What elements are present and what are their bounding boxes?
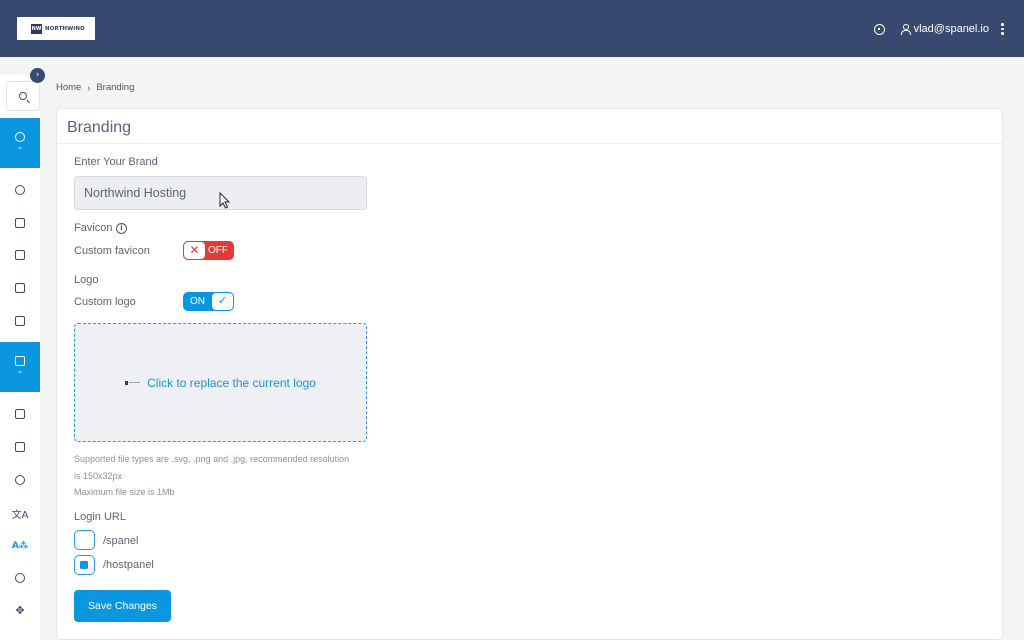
check-icon: ✓ (212, 293, 233, 310)
disk-icon (15, 442, 25, 452)
sidebar-item-history[interactable] (0, 470, 40, 490)
mouse-cursor-icon (219, 192, 231, 209)
branding-card: Branding Enter Your Brand Northwind Host… (56, 108, 1003, 640)
calendar-icon (15, 218, 25, 228)
users-icon (15, 185, 25, 195)
logo-upload-dropzone[interactable]: Click to replace the current logo (74, 323, 367, 442)
card-icon (15, 316, 25, 326)
top-bar: NW NORTHWIND vlad@spanel.io (0, 0, 1024, 57)
login-option-label[interactable]: /hostpanel (103, 559, 154, 571)
sidebar-item-billing[interactable] (0, 311, 40, 331)
history-icon (15, 475, 25, 485)
sidebar-item-packages[interactable] (0, 278, 40, 298)
custom-logo-label: Custom logo (74, 296, 136, 308)
help-line: is 150x32px (74, 470, 123, 481)
login-option-hostpanel-checkbox[interactable] (74, 555, 95, 575)
user-email[interactable]: vlad@spanel.io (914, 23, 989, 35)
breadcrumb-current: Branding (96, 82, 135, 93)
move-icon: ✥ (15, 603, 25, 617)
sidebar-item-users[interactable] (0, 180, 40, 200)
sidebar-item-branding[interactable]: A⁂ (0, 536, 40, 556)
user-icon (900, 23, 911, 35)
sidebar-item-server[interactable]: ⌃ (0, 342, 40, 392)
login-url-label: Login URL (74, 511, 126, 523)
branding-icon: A⁂ (11, 541, 29, 551)
breadcrumb-home[interactable]: Home (56, 82, 81, 93)
logo-name: NORTHWIND (45, 25, 85, 32)
logo-label: Logo (74, 274, 99, 286)
help-line: Supported file types are .svg, .png and … (74, 454, 350, 464)
custom-favicon-toggle[interactable]: ✕ OFF (183, 241, 234, 260)
more-menu-icon[interactable] (1001, 23, 1004, 35)
close-icon: ✕ (184, 242, 205, 259)
sidebar-collapse-button[interactable]: › (30, 68, 45, 83)
login-option-spanel-checkbox[interactable] (74, 530, 95, 550)
logo-mark: NW (31, 23, 42, 34)
terminal-icon (15, 250, 25, 260)
shield-icon (15, 573, 25, 583)
dropzone-text: Click to replace the current logo (147, 375, 316, 390)
sidebar-item-calendar[interactable] (0, 213, 40, 233)
info-icon[interactable]: i (116, 223, 127, 234)
toggle-state-text: OFF (208, 245, 228, 256)
current-logo-thumbnail (125, 380, 141, 385)
chevron-up-icon: ⌃ (16, 369, 24, 379)
brand-logo[interactable]: NW NORTHWIND (17, 17, 95, 40)
sidebar-item-security[interactable] (0, 568, 40, 588)
sidebar-item-account[interactable]: ⌃ (0, 118, 40, 168)
page-title: Branding (67, 119, 132, 136)
sidebar-item-disk[interactable] (0, 437, 40, 457)
favicon-label: Favicon (74, 222, 113, 234)
user-settings-icon (15, 131, 25, 142)
compass-icon[interactable] (873, 23, 885, 35)
custom-favicon-label: Custom favicon (74, 245, 150, 257)
breadcrumb-separator: › (87, 82, 91, 93)
sidebar-item-documents[interactable] (0, 404, 40, 424)
document-icon (15, 409, 25, 419)
sidebar-item-terminal[interactable] (0, 245, 40, 265)
title-divider (57, 143, 1002, 144)
sidebar-item-language[interactable]: 文A (0, 503, 40, 523)
toggle-state-text: ON (190, 296, 205, 307)
search-icon (19, 92, 27, 100)
custom-logo-toggle[interactable]: ON ✓ (183, 292, 234, 311)
breadcrumb: Home › Branding (56, 82, 134, 93)
chevron-up-icon: ⌃ (16, 145, 24, 155)
sidebar-search-button[interactable] (6, 81, 40, 111)
brand-label: Enter Your Brand (74, 156, 158, 168)
sidebar-item-move[interactable]: ✥ (0, 600, 40, 620)
translate-icon: 文A (11, 509, 29, 521)
help-line: Maximum file size is 1Mb (74, 487, 175, 497)
login-option-label[interactable]: /spanel (103, 535, 138, 547)
upload-help-text: Supported file types are .svg, .png and … (74, 451, 374, 501)
server-icon (15, 355, 25, 366)
package-icon (15, 283, 25, 293)
save-changes-button[interactable]: Save Changes (74, 590, 171, 622)
